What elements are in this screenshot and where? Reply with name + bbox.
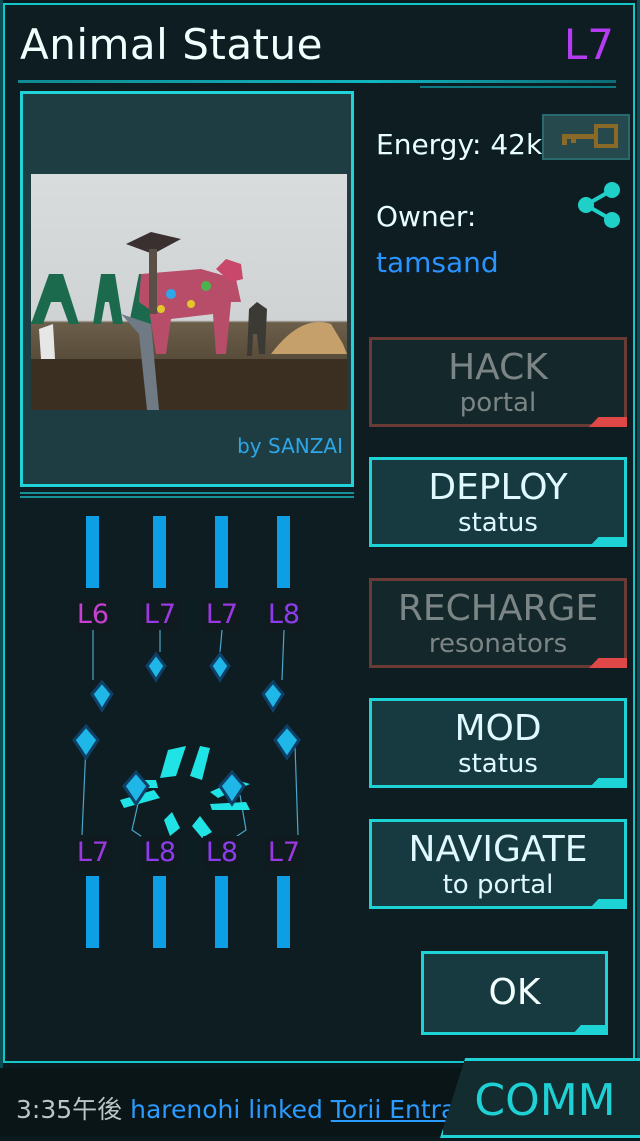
resonator-level: L8 [203, 836, 241, 870]
resonator-level: L8 [141, 836, 179, 870]
resonator-bar [86, 876, 99, 948]
navigate-corner [589, 899, 627, 909]
resonator-level: L7 [141, 598, 179, 632]
resonator-bar [86, 516, 99, 588]
mod-button[interactable]: MOD status [369, 698, 627, 788]
hack-sublabel: portal [459, 388, 537, 418]
resonator-level: L7 [203, 598, 241, 632]
resonator-bar [277, 876, 290, 948]
hack-button[interactable]: HACK portal [369, 337, 627, 427]
log-agent[interactable]: harenohi [130, 1095, 240, 1124]
resonator-bar [153, 876, 166, 948]
owner-name[interactable]: tamsand [376, 246, 499, 279]
mod-corner [589, 778, 627, 788]
deploy-sublabel: status [458, 508, 538, 538]
photo-frame-underline [20, 492, 354, 498]
ok-label: OK [488, 972, 541, 1013]
owner-label: Owner: [376, 200, 477, 233]
log-action: linked [248, 1095, 323, 1124]
title-divider [18, 80, 616, 83]
navigate-button[interactable]: NAVIGATE to portal [369, 819, 627, 909]
recharge-label: RECHARGE [397, 588, 599, 629]
resonator-bar [277, 516, 290, 588]
hack-corner [589, 417, 627, 427]
resonator-bar [215, 876, 228, 948]
hack-label: HACK [448, 347, 548, 388]
ok-corner [572, 1025, 608, 1035]
resonator-bar [215, 516, 228, 588]
ok-button[interactable]: OK [421, 951, 608, 1035]
deploy-corner [589, 537, 627, 547]
mod-sublabel: status [458, 749, 538, 779]
log-time: 3:35午後 [16, 1095, 123, 1124]
recharge-sublabel: resonators [428, 629, 568, 659]
resonator-level: L8 [265, 598, 303, 632]
share-button[interactable] [574, 180, 624, 230]
resonator-link-graphic [72, 630, 301, 840]
navigate-sublabel: to portal [442, 870, 554, 900]
resonator-level: L7 [265, 836, 303, 870]
comm-label: COMM [474, 1075, 616, 1126]
navigate-label: NAVIGATE [408, 829, 588, 870]
portal-photo[interactable] [31, 174, 347, 410]
statue-photo-art [31, 232, 347, 410]
mod-label: MOD [454, 708, 542, 749]
portal-level: L7 [563, 20, 614, 69]
key-icon [562, 124, 618, 148]
portal-photo-frame[interactable]: by SANZAI [20, 91, 354, 487]
key-button[interactable] [542, 114, 630, 160]
resonator-bar [153, 516, 166, 588]
resonator-level: L6 [74, 598, 112, 632]
photo-credit[interactable]: by SANZAI [237, 434, 343, 458]
recharge-button[interactable]: RECHARGE resonators [369, 578, 627, 668]
energy-readout: Energy: 42k [376, 128, 543, 161]
comm-button[interactable]: COMM [440, 1058, 640, 1138]
resonator-diagram[interactable]: L6 L7 L7 L8 L7 L8 L8 L7 [60, 510, 320, 960]
resonator-level: L7 [74, 836, 112, 870]
title-divider-accent [420, 86, 616, 88]
share-icon [578, 182, 620, 228]
comm-log-line[interactable]: 3:35午後 harenohi linked Torii Entrance [16, 1090, 501, 1126]
recharge-corner [589, 658, 627, 668]
portal-title: Animal Statue [20, 20, 323, 69]
deploy-button[interactable]: DEPLOY status [369, 457, 627, 547]
deploy-label: DEPLOY [428, 467, 568, 508]
